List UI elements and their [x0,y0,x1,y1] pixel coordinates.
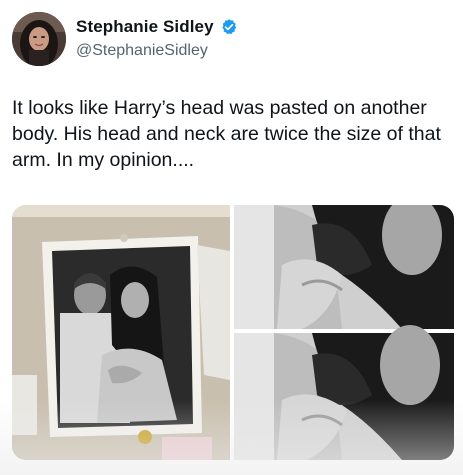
avatar[interactable] [12,12,66,66]
author-handle[interactable]: @StephanieSidley [76,42,208,60]
verified-badge-icon [220,18,238,36]
tweet-text: It looks like Harry’s head was pasted on… [12,97,441,171]
author-name[interactable]: Stephanie Sidley [76,17,214,37]
pinned-photo [42,236,202,437]
tweet-media-image[interactable] [12,205,454,460]
closeup-bottom [234,325,454,460]
closeup-top [234,205,454,329]
author-name-row[interactable]: Stephanie Sidley [76,17,238,37]
tweet-card: Stephanie Sidley @StephanieSidley It loo… [0,0,463,475]
